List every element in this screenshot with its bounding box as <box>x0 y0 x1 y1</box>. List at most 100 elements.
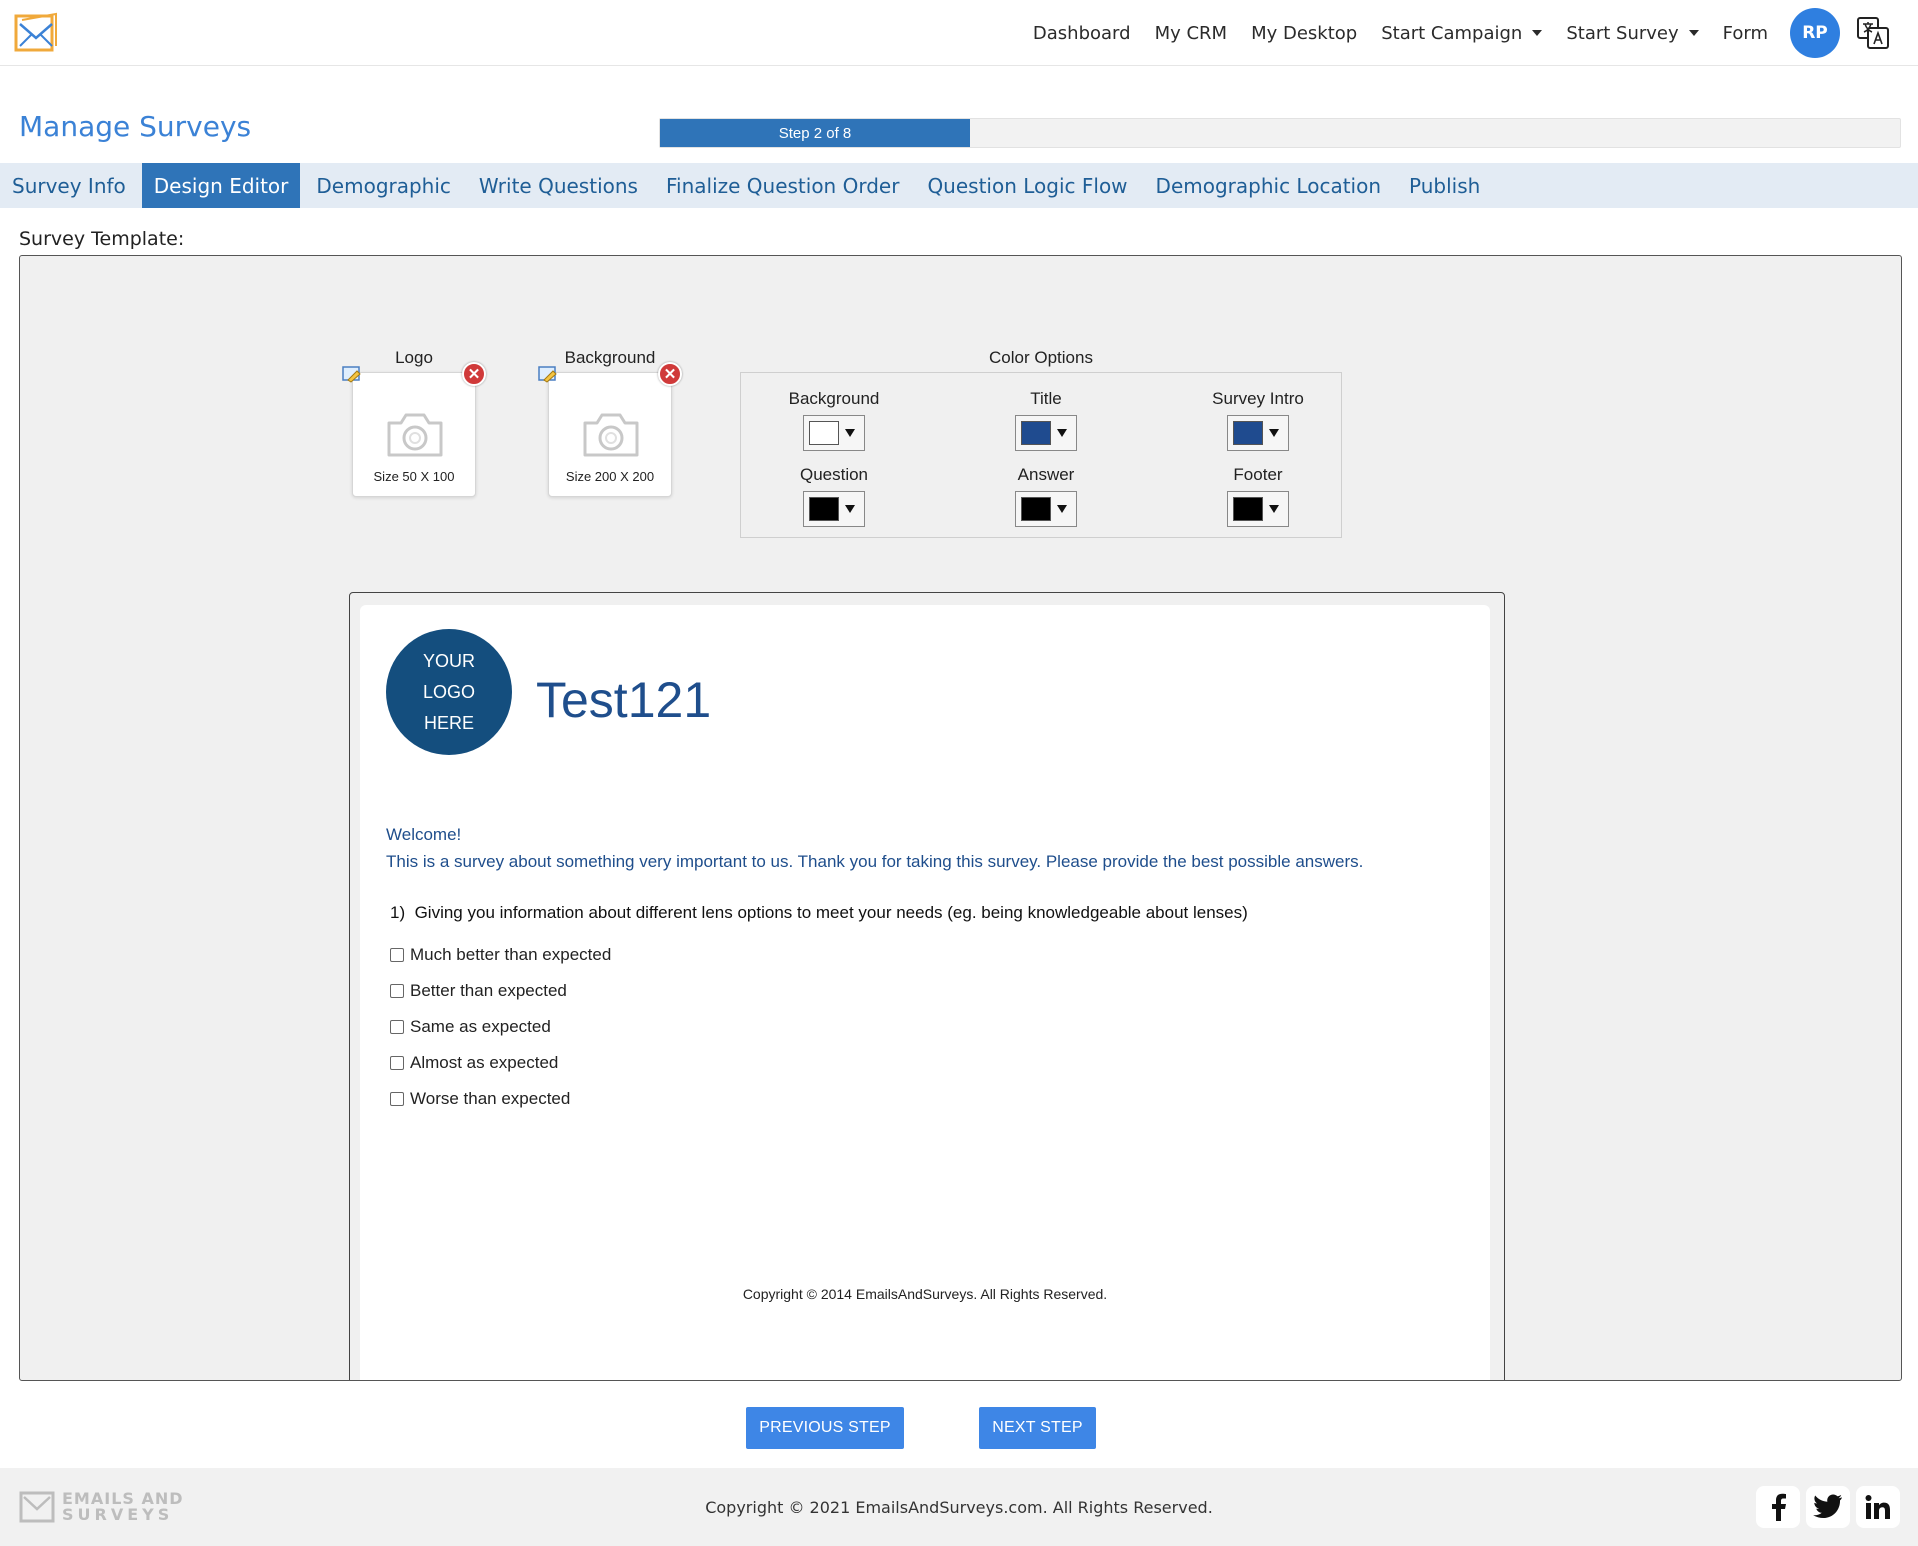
wizard-tabs: Survey Info Design Editor Demographic Wr… <box>0 163 1918 208</box>
footer-copyright: Copyright © 2021 EmailsAndSurveys.com. A… <box>705 1498 1213 1517</box>
caret-down-icon <box>1688 30 1699 36</box>
user-avatar[interactable]: RP <box>1790 8 1840 58</box>
dropdown-arrow-icon <box>845 505 855 513</box>
color-swatch <box>809 421 839 445</box>
main-nav: Dashboard My CRM My Desktop Start Campai… <box>1021 0 1890 66</box>
tab-finalize-question-order[interactable]: Finalize Question Order <box>654 163 911 208</box>
color-label: Answer <box>1017 465 1075 484</box>
checkbox[interactable] <box>390 1020 404 1034</box>
answer-option[interactable]: Same as expected <box>390 1009 611 1045</box>
remove-logo-icon[interactable]: ✕ <box>462 362 486 386</box>
survey-template-area: Logo ✕ Size 50 X 100 Background ✕ Size 2… <box>19 255 1902 1381</box>
nav-form[interactable]: Form <box>1711 23 1780 44</box>
nav-dashboard[interactable]: Dashboard <box>1021 23 1143 44</box>
next-step-button[interactable]: NEXT STEP <box>979 1407 1096 1449</box>
logo-uploader: Logo ✕ Size 50 X 100 <box>342 348 486 497</box>
dropdown-arrow-icon <box>1269 429 1279 437</box>
tab-demographic[interactable]: Demographic <box>304 163 463 208</box>
nav-label: My Desktop <box>1251 22 1358 44</box>
translate-icon[interactable] <box>1856 16 1890 50</box>
answer-label: Same as expected <box>410 1017 551 1036</box>
answer-label: Much better than expected <box>410 945 612 964</box>
color-title: Title <box>966 389 1126 451</box>
camera-icon <box>583 413 639 457</box>
checkbox[interactable] <box>390 948 404 962</box>
tab-survey-info[interactable]: Survey Info <box>0 163 138 208</box>
color-picker[interactable] <box>1015 491 1077 527</box>
top-navbar: Dashboard My CRM My Desktop Start Campai… <box>0 0 1918 66</box>
answer-label: Worse than expected <box>410 1089 571 1108</box>
background-upload-box[interactable]: ✕ Size 200 X 200 <box>538 362 682 497</box>
nav-label: Dashboard <box>1032 22 1131 44</box>
checkbox[interactable] <box>390 1056 404 1070</box>
previous-step-button[interactable]: PREVIOUS STEP <box>746 1407 904 1449</box>
linkedin-glyph <box>1865 1495 1890 1519</box>
camera-icon <box>387 413 443 457</box>
checkbox[interactable] <box>390 1092 404 1106</box>
color-picker[interactable] <box>803 415 865 451</box>
nav-my-desktop[interactable]: My Desktop <box>1239 23 1369 44</box>
background-size-hint: Size 200 X 200 <box>565 469 655 484</box>
color-swatch <box>1021 421 1051 445</box>
edit-image-icon[interactable] <box>342 365 362 383</box>
nav-start-survey[interactable]: Start Survey <box>1554 23 1710 44</box>
question-1: 1) Giving you information about differen… <box>390 903 1248 923</box>
answer-option[interactable]: Much better than expected <box>390 937 611 973</box>
answer-label: Better than expected <box>410 981 567 1000</box>
logo-placeholder-line: LOGO <box>422 682 475 702</box>
survey-intro: Welcome! This is a survey about somethin… <box>386 821 1476 875</box>
color-survey-intro: Survey Intro <box>1178 389 1338 451</box>
dropdown-arrow-icon <box>1057 429 1067 437</box>
page-title: Manage Surveys <box>19 110 252 143</box>
nav-start-campaign[interactable]: Start Campaign <box>1369 23 1554 44</box>
color-swatch <box>1021 497 1051 521</box>
answer-option[interactable]: Better than expected <box>390 973 611 1009</box>
logo-placeholder-line: HERE <box>423 713 474 733</box>
color-label: Question <box>799 465 869 484</box>
tab-question-logic-flow[interactable]: Question Logic Flow <box>915 163 1139 208</box>
survey-template-label: Survey Template: <box>19 228 185 250</box>
twitter-icon[interactable] <box>1806 1486 1850 1528</box>
color-label: Title <box>1030 389 1062 408</box>
logo-placeholder-line: YOUR <box>422 651 475 671</box>
answer-option[interactable]: Worse than expected <box>390 1081 611 1117</box>
color-picker[interactable] <box>1227 415 1289 451</box>
dropdown-arrow-icon <box>1269 505 1279 513</box>
color-options-panel: Background Title Survey Intro Question A… <box>740 372 1342 538</box>
color-footer: Footer <box>1178 465 1338 527</box>
nav-my-crm[interactable]: My CRM <box>1143 23 1240 44</box>
background-uploader-label: Background <box>564 348 656 367</box>
linkedin-icon[interactable] <box>1856 1486 1900 1528</box>
tab-demographic-location[interactable]: Demographic Location <box>1144 163 1393 208</box>
tab-write-questions[interactable]: Write Questions <box>467 163 650 208</box>
color-picker[interactable] <box>1227 491 1289 527</box>
answer-option[interactable]: Almost as expected <box>390 1045 611 1081</box>
checkbox[interactable] <box>390 984 404 998</box>
question-text: Giving you information about different l… <box>414 903 1248 922</box>
progress-fill: Step 2 of 8 <box>660 119 970 147</box>
answer-label: Almost as expected <box>410 1053 559 1072</box>
color-swatch <box>1233 497 1263 521</box>
social-links <box>1756 1486 1900 1528</box>
tab-design-editor[interactable]: Design Editor <box>141 163 301 208</box>
color-picker[interactable] <box>803 491 865 527</box>
logo-uploader-label: Logo <box>395 348 433 367</box>
answer-list: Much better than expected Better than ex… <box>390 937 611 1117</box>
edit-image-icon[interactable] <box>538 365 558 383</box>
remove-background-icon[interactable]: ✕ <box>658 362 682 386</box>
dropdown-arrow-icon <box>845 429 855 437</box>
color-options-title: Color Options <box>989 348 1093 367</box>
color-answer: Answer <box>966 465 1126 527</box>
logo-upload-box[interactable]: ✕ Size 50 X 100 <box>342 362 486 497</box>
survey-footer: Copyright © 2014 EmailsAndSurveys. All R… <box>742 1286 1108 1302</box>
tab-publish[interactable]: Publish <box>1397 163 1492 208</box>
nav-label: Start Campaign <box>1381 22 1523 44</box>
facebook-icon[interactable] <box>1756 1486 1800 1528</box>
color-options: Color Options Background Title Survey In… <box>740 348 1342 538</box>
color-picker[interactable] <box>1015 415 1077 451</box>
nav-label: Form <box>1722 22 1768 44</box>
nav-label: Start Survey <box>1566 22 1679 44</box>
envelope-logo-icon[interactable] <box>12 10 60 56</box>
logo-size-hint: Size 50 X 100 <box>373 469 455 484</box>
page-footer: EMAILS AND SURVEYS Copyright © 2021 Emai… <box>0 1468 1918 1546</box>
